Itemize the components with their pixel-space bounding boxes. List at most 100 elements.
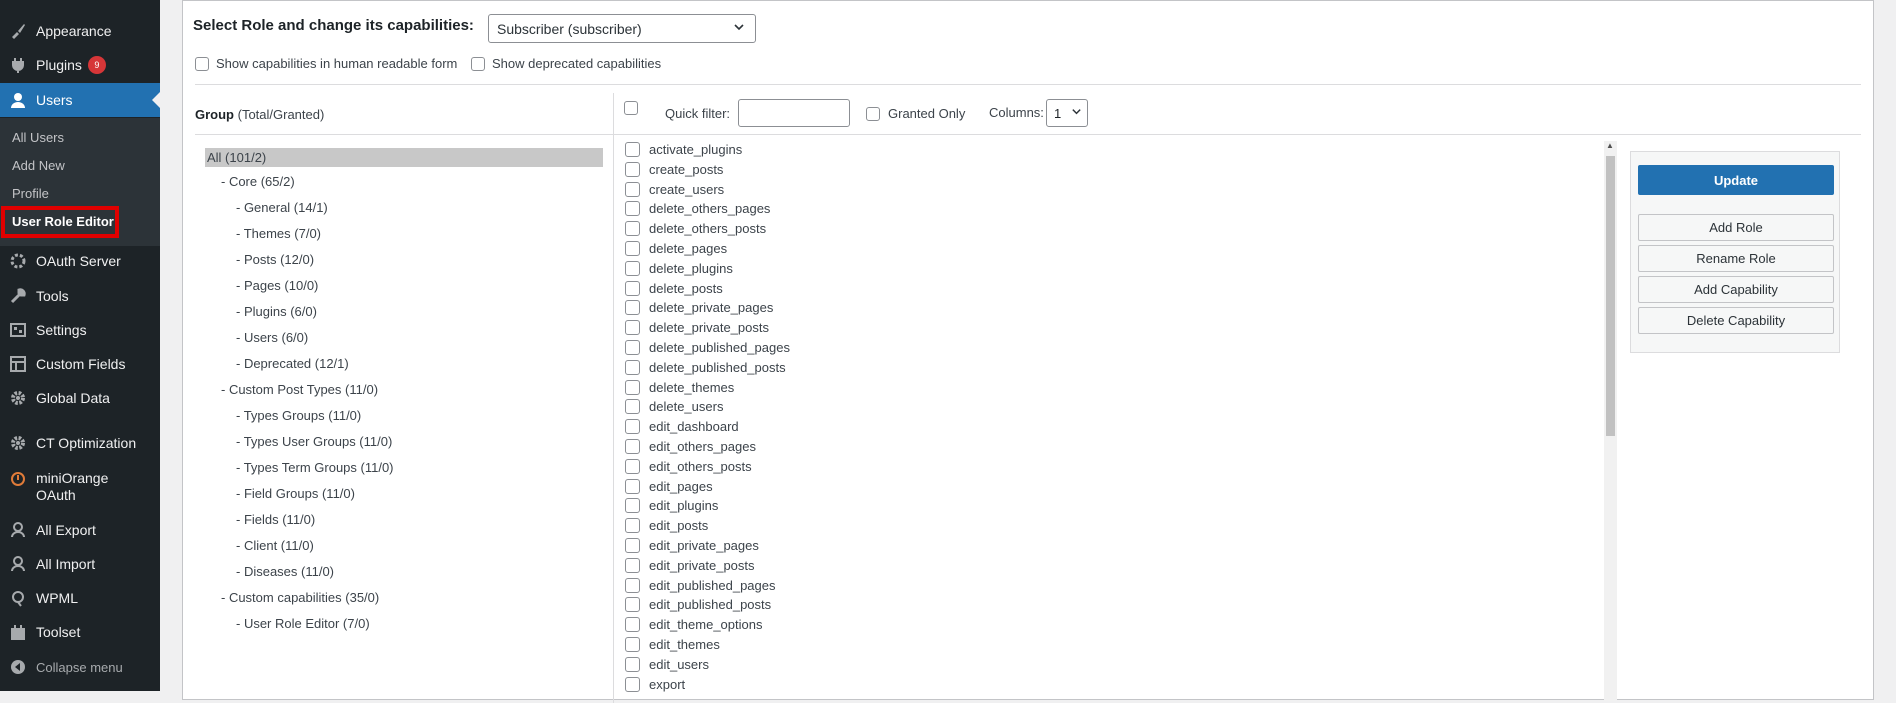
capability-item[interactable]: delete_users [625, 399, 723, 415]
menu-plugins[interactable]: Plugins 9 [0, 48, 160, 82]
capability-checkbox[interactable] [625, 478, 640, 494]
group-tree-item[interactable]: - Pages (10/0) [236, 278, 318, 293]
capability-item[interactable]: delete_private_pages [625, 300, 773, 316]
add-capability-button[interactable]: Add Capability [1638, 276, 1834, 303]
group-tree-item[interactable]: - Plugins (6/0) [236, 304, 317, 319]
capability-item[interactable]: delete_others_posts [625, 221, 766, 237]
capability-item[interactable]: edit_others_pages [625, 439, 756, 454]
capability-item[interactable]: edit_plugins [625, 498, 718, 514]
capability-checkbox[interactable] [625, 557, 640, 573]
capability-item[interactable]: edit_posts [625, 518, 708, 534]
group-tree-item[interactable]: - Custom Post Types (11/0) [221, 382, 378, 397]
quick-filter-input[interactable] [738, 99, 850, 127]
collapse-menu-button[interactable]: Collapse menu [0, 650, 160, 684]
capability-checkbox[interactable] [625, 439, 640, 454]
group-tree-item[interactable]: - Types Term Groups (11/0) [236, 460, 394, 475]
select-all-checkbox[interactable] [624, 101, 638, 115]
menu-toolset[interactable]: Toolset [0, 615, 160, 649]
capability-checkbox[interactable] [625, 637, 640, 652]
capability-checkbox[interactable] [625, 260, 640, 276]
menu-ct-optimization[interactable]: CT Optimization [0, 426, 160, 460]
menu-oauth-server[interactable]: OAuth Server [0, 244, 160, 278]
granted-only-checkbox[interactable] [866, 106, 880, 121]
capability-item[interactable]: edit_dashboard [625, 419, 739, 435]
capability-checkbox[interactable] [625, 320, 640, 336]
capability-checkbox[interactable] [625, 300, 640, 316]
capability-checkbox[interactable] [625, 498, 640, 514]
capability-checkbox[interactable] [625, 161, 640, 177]
capability-item[interactable]: create_posts [625, 161, 723, 177]
group-tree-item[interactable]: - Types Groups (11/0) [236, 408, 361, 423]
group-tree-item[interactable]: All (101/2) [205, 148, 603, 167]
capability-item[interactable]: delete_others_pages [625, 201, 770, 217]
submenu-add-new[interactable]: Add New [12, 158, 65, 173]
capability-item[interactable]: delete_themes [625, 379, 734, 395]
capability-item[interactable]: delete_plugins [625, 260, 733, 276]
capability-item[interactable]: edit_users [625, 656, 709, 672]
delete-capability-button[interactable]: Delete Capability [1638, 307, 1834, 334]
capability-checkbox[interactable] [625, 379, 640, 395]
capability-checkbox[interactable] [625, 458, 640, 474]
rename-role-button[interactable]: Rename Role [1638, 245, 1834, 272]
group-tree-item[interactable]: - Types User Groups (11/0) [236, 434, 392, 449]
capability-item[interactable]: delete_private_posts [625, 320, 769, 336]
group-tree-item[interactable]: - Posts (12/0) [236, 252, 314, 267]
menu-all-export[interactable]: All Export [0, 513, 160, 547]
human-readable-checkbox[interactable] [195, 56, 209, 71]
capability-item[interactable]: create_users [625, 181, 724, 197]
scrollbar-thumb[interactable] [1606, 156, 1615, 436]
capability-item[interactable]: delete_pages [625, 241, 727, 256]
capability-checkbox[interactable] [625, 419, 640, 435]
capability-checkbox[interactable] [625, 359, 640, 375]
capability-item[interactable]: edit_private_pages [625, 538, 759, 553]
menu-custom-fields[interactable]: Custom Fields [0, 347, 160, 381]
group-tree-item[interactable]: - Diseases (11/0) [236, 564, 334, 579]
capability-item[interactable]: edit_theme_options [625, 617, 762, 633]
capability-checkbox[interactable] [625, 241, 640, 256]
capability-item[interactable]: delete_published_posts [625, 359, 786, 375]
submenu-profile[interactable]: Profile [12, 186, 49, 201]
capability-checkbox[interactable] [625, 577, 640, 593]
capability-item[interactable]: activate_plugins [625, 142, 742, 157]
capability-checkbox[interactable] [625, 142, 640, 157]
group-tree-item[interactable]: - User Role Editor (7/0) [236, 616, 370, 631]
menu-users[interactable]: Users [0, 83, 160, 117]
menu-all-import[interactable]: All Import [0, 547, 160, 581]
capability-item[interactable]: edit_pages [625, 478, 713, 494]
group-tree-item[interactable]: - Custom capabilities (35/0) [221, 590, 379, 605]
group-tree-item[interactable]: - Users (6/0) [236, 330, 308, 345]
capability-checkbox[interactable] [625, 518, 640, 534]
submenu-user-role-editor[interactable]: User Role Editor [12, 214, 114, 229]
update-button[interactable]: Update [1638, 165, 1834, 195]
group-tree-item[interactable]: - Client (11/0) [236, 538, 314, 553]
granted-only-option[interactable]: Granted Only [866, 106, 965, 121]
group-tree-item[interactable]: - Field Groups (11/0) [236, 486, 355, 501]
group-tree-item[interactable]: - General (14/1) [236, 200, 328, 215]
group-tree-item[interactable]: - Deprecated (12/1) [236, 356, 349, 371]
capability-checkbox[interactable] [625, 617, 640, 633]
option-human-readable[interactable]: Show capabilities in human readable form [195, 56, 457, 71]
capability-checkbox[interactable] [625, 280, 640, 296]
group-tree-item[interactable]: - Core (65/2) [221, 174, 295, 189]
capability-item[interactable]: delete_published_pages [625, 340, 790, 355]
option-deprecated[interactable]: Show deprecated capabilities [471, 56, 661, 71]
capability-checkbox[interactable] [625, 201, 640, 217]
capability-checkbox[interactable] [625, 676, 640, 692]
capability-checkbox[interactable] [625, 656, 640, 672]
deprecated-checkbox[interactable] [471, 56, 485, 71]
group-tree-item[interactable]: - Themes (7/0) [236, 226, 321, 241]
capability-item[interactable]: edit_private_posts [625, 557, 755, 573]
capability-item[interactable]: edit_published_posts [625, 597, 771, 613]
capability-checkbox[interactable] [625, 181, 640, 197]
menu-settings[interactable]: Settings [0, 313, 160, 347]
submenu-all-users[interactable]: All Users [12, 130, 64, 145]
group-tree-item[interactable]: - Fields (11/0) [236, 512, 315, 527]
capability-item[interactable]: edit_themes [625, 637, 720, 652]
scroll-up-arrow-icon[interactable]: ▲ [1606, 141, 1614, 150]
menu-tools[interactable]: Tools [0, 279, 160, 313]
capability-checkbox[interactable] [625, 597, 640, 613]
capability-item[interactable]: edit_published_pages [625, 577, 776, 593]
role-select[interactable]: Subscriber (subscriber) [488, 14, 756, 43]
menu-miniorange-oauth[interactable]: miniOrange OAuth [0, 467, 160, 507]
capability-checkbox[interactable] [625, 399, 640, 415]
